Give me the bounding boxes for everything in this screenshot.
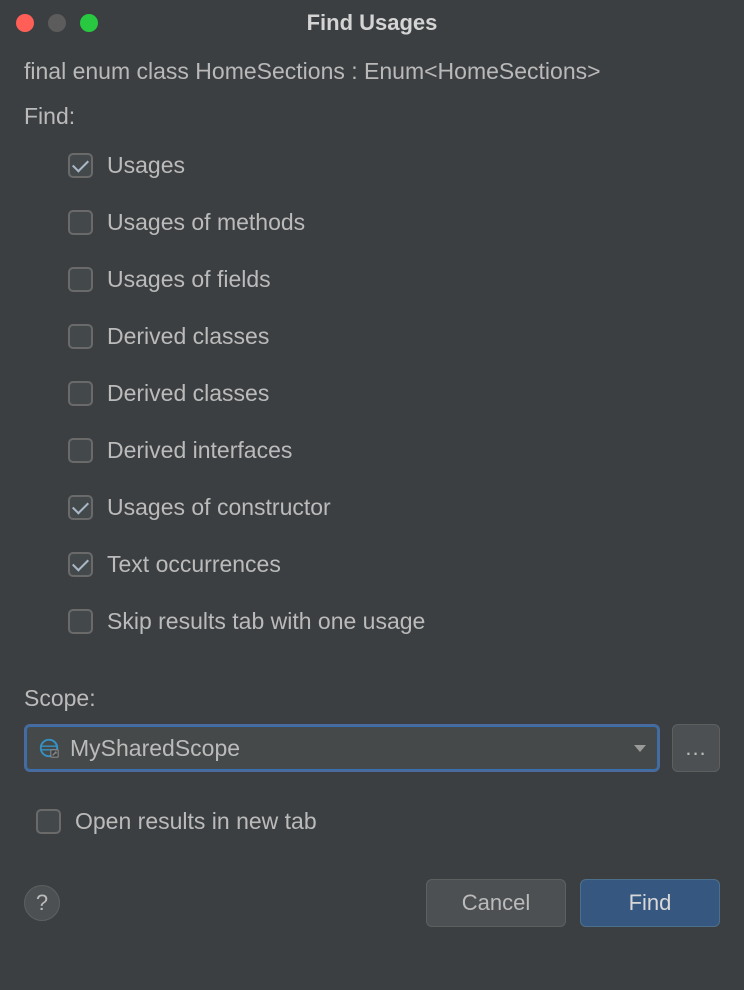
titlebar: Find Usages (0, 0, 744, 46)
option-usages-of-constructor[interactable]: Usages of constructor (68, 494, 720, 521)
checkbox-derived-interfaces[interactable] (68, 438, 93, 463)
checkbox-skip-results-tab[interactable] (68, 609, 93, 634)
close-window-button[interactable] (16, 14, 34, 32)
checkbox-open-new-tab[interactable] (36, 809, 61, 834)
checkbox-label: Derived interfaces (107, 437, 292, 464)
checkbox-label: Text occurrences (107, 551, 281, 578)
cancel-button[interactable]: Cancel (426, 879, 566, 927)
window-title: Find Usages (0, 10, 744, 36)
checkbox-label: Usages of constructor (107, 494, 331, 521)
scope-section: Scope: MySharedScope ... (24, 685, 720, 772)
scope-shared-icon (38, 737, 60, 759)
dialog-content: final enum class HomeSections : Enum<Hom… (0, 46, 744, 835)
checkbox-derived-classes-2[interactable] (68, 381, 93, 406)
find-options-list: Usages Usages of methods Usages of field… (24, 152, 720, 635)
checkbox-usages-of-fields[interactable] (68, 267, 93, 292)
scope-label: Scope: (24, 685, 720, 712)
open-new-tab-row[interactable]: Open results in new tab (24, 808, 720, 835)
checkbox-usages[interactable] (68, 153, 93, 178)
checkbox-label: Usages of fields (107, 266, 271, 293)
checkbox-label: Open results in new tab (75, 808, 317, 835)
chevron-down-icon (634, 745, 646, 752)
checkbox-label: Usages of methods (107, 209, 305, 236)
find-label: Find: (24, 103, 720, 130)
traffic-lights (16, 14, 98, 32)
option-usages-of-fields[interactable]: Usages of fields (68, 266, 720, 293)
checkbox-label: Derived classes (107, 323, 269, 350)
maximize-window-button[interactable] (80, 14, 98, 32)
scope-select[interactable]: MySharedScope (24, 724, 660, 772)
option-derived-classes-1[interactable]: Derived classes (68, 323, 720, 350)
help-button[interactable]: ? (24, 885, 60, 921)
option-text-occurrences[interactable]: Text occurrences (68, 551, 720, 578)
checkbox-derived-classes-1[interactable] (68, 324, 93, 349)
checkbox-text-occurrences[interactable] (68, 552, 93, 577)
option-skip-results-tab[interactable]: Skip results tab with one usage (68, 608, 720, 635)
option-usages[interactable]: Usages (68, 152, 720, 179)
checkbox-label: Usages (107, 152, 185, 179)
checkbox-label: Derived classes (107, 380, 269, 407)
checkbox-label: Skip results tab with one usage (107, 608, 425, 635)
scope-row: MySharedScope ... (24, 724, 720, 772)
option-usages-of-methods[interactable]: Usages of methods (68, 209, 720, 236)
checkbox-usages-of-methods[interactable] (68, 210, 93, 235)
dialog-footer: ? Cancel Find (0, 879, 744, 927)
scope-more-button[interactable]: ... (672, 724, 720, 772)
class-signature: final enum class HomeSections : Enum<Hom… (24, 58, 720, 85)
option-derived-classes-2[interactable]: Derived classes (68, 380, 720, 407)
checkbox-usages-of-constructor[interactable] (68, 495, 93, 520)
option-derived-interfaces[interactable]: Derived interfaces (68, 437, 720, 464)
find-button[interactable]: Find (580, 879, 720, 927)
minimize-window-button[interactable] (48, 14, 66, 32)
scope-value: MySharedScope (70, 735, 634, 762)
